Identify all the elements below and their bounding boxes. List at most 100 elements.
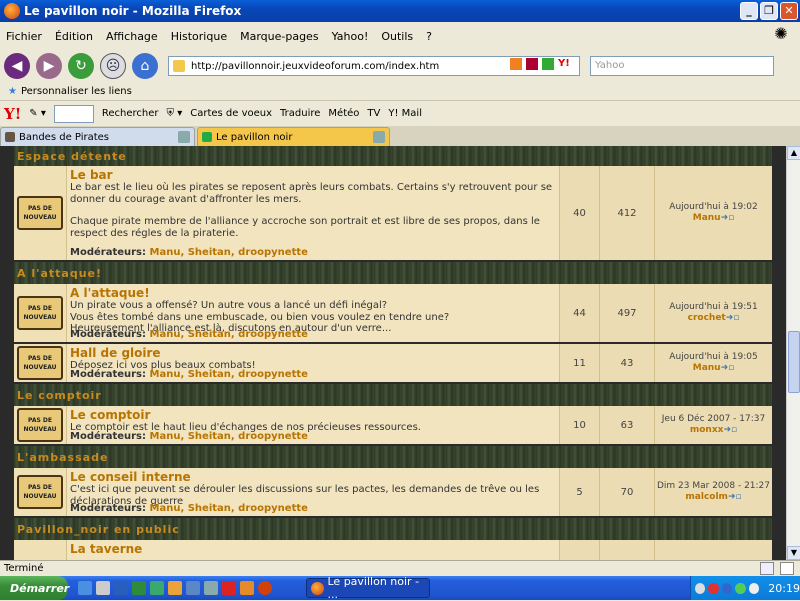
moderators: Modérateurs: Manu, Sheitan, droopynette [70,328,308,340]
status-panel-icon[interactable] [780,562,794,575]
tray-network-icon[interactable] [721,582,733,594]
tab-bar: Bandes de Pirates Le pavillon noir [0,126,800,146]
post-count: 70 [599,468,654,516]
tab-label: Bandes de Pirates [19,131,110,143]
goto-last-post-icon[interactable]: ➜▫ [728,492,742,502]
stop-icon[interactable]: ☹ [100,53,126,79]
tray-volume-icon[interactable] [748,582,760,594]
forum-title-link[interactable]: Le comptoir [70,408,556,422]
forum-title-link[interactable]: La taverne [70,542,556,556]
yahoo-traduire[interactable]: Traduire [280,108,320,119]
pencil-icon[interactable]: ✎ ▾ [29,108,46,119]
forum-row: PAS DE NOUVEAU Le conseil interne C'est i… [14,468,772,518]
menu-fichier[interactable]: Fichier [6,30,42,43]
start-button[interactable]: Démarrer [0,576,69,600]
yahoo-search-input[interactable] [53,104,94,123]
menu-marque-pages[interactable]: Marque-pages [240,30,318,43]
category-title[interactable]: Le comptoir [17,389,102,402]
home-icon[interactable]: ⌂ [132,53,158,79]
yahoo-ymail[interactable]: Y! Mail [388,108,422,119]
tab-bandes-de-pirates[interactable]: Bandes de Pirates [0,127,195,146]
reload-icon[interactable]: ↻ [68,53,94,79]
forum-title-link[interactable]: Le conseil interne [70,470,556,484]
tab-close-icon[interactable] [373,131,385,143]
forum-description: Chaque pirate membre de l'alliance y acc… [70,216,540,227]
media-icon[interactable] [222,581,236,595]
paint-icon[interactable] [240,581,254,595]
network-icon[interactable] [186,581,200,595]
last-post-author[interactable]: malcolm [685,492,728,502]
forum-title-link[interactable]: Hall de gloire [70,346,556,360]
goto-last-post-icon[interactable]: ➜▫ [726,313,740,323]
yahoo-cartes[interactable]: Cartes de voeux [190,108,272,119]
topic-count: 40 [559,166,599,260]
forum-row: PAS DE NOUVEAU A l'attaque! Un pirate vou… [14,284,772,344]
last-post: Aujourd'hui à 19:51 crochet➜▫ [654,284,772,342]
topic-count: 44 [559,284,599,342]
yahoo-logo[interactable]: Y! [4,105,21,123]
clock: 20:19 [768,581,800,595]
info-icon[interactable] [760,562,774,575]
taskbar-firefox-item[interactable]: Le pavillon noir - ... [306,575,430,601]
forum-status-icon: PAS DE NOUVEAU [14,468,67,516]
maximize-button[interactable]: ❐ [760,2,778,20]
vertical-scrollbar[interactable]: ▲ ▼ [786,146,800,560]
tray-arrow-icon[interactable] [695,582,706,594]
last-post [654,540,772,560]
bookmark-personnaliser[interactable]: Personnaliser les liens [21,86,132,97]
excel-icon[interactable] [132,581,146,595]
yahoo-rechercher[interactable]: Rechercher [102,108,159,119]
go-icon[interactable] [542,58,554,70]
desktop-icon[interactable] [96,581,110,595]
scroll-up-icon[interactable]: ▲ [787,146,800,160]
site-icon [173,60,185,72]
goto-last-post-icon[interactable]: ➜▫ [721,363,735,373]
menu-yahoo[interactable]: Yahoo! [332,30,369,43]
shield-icon[interactable]: ⛨ ▾ [167,108,183,119]
forward-icon[interactable]: ▶ [36,53,62,79]
word-icon[interactable] [114,581,128,595]
tab-close-icon[interactable] [178,131,190,143]
yahoo-engine-icon[interactable]: Y! [558,58,576,70]
firefox-quick-icon[interactable] [258,581,272,595]
goto-last-post-icon[interactable]: ➜▫ [723,425,737,435]
last-post-author[interactable]: Manu [693,363,721,373]
rss-feed-icon[interactable] [510,58,522,70]
scroll-down-icon[interactable]: ▼ [787,546,800,560]
category-title[interactable]: Espace détente [17,150,127,163]
tab-le-pavillon-noir[interactable]: Le pavillon noir [197,127,390,146]
menu-outils[interactable]: Outils [381,30,413,43]
minimize-button[interactable]: _ [740,2,758,20]
last-post-author[interactable]: Manu [693,213,721,223]
last-post-author[interactable]: monxx [690,425,724,435]
category-title[interactable]: Pavillon_noir en public [17,523,180,536]
back-icon[interactable]: ◀ [4,53,30,79]
pirate-tab-icon [5,132,15,142]
last-post: Aujourd'hui à 19:02 Manu➜▫ [654,166,772,260]
goto-last-post-icon[interactable]: ➜▫ [721,213,735,223]
last-post-author[interactable]: crochet [688,313,726,323]
menu-affichage[interactable]: Affichage [106,30,158,43]
menu-edition[interactable]: Édition [55,30,93,43]
post-count: 63 [599,406,654,444]
ie-icon[interactable] [78,581,92,595]
yahoo-tv[interactable]: TV [367,108,380,119]
category-title[interactable]: L'ambassade [17,451,108,464]
yahoo-meteo[interactable]: Météo [328,108,359,119]
topic-count [559,540,599,560]
publisher-icon[interactable] [150,581,164,595]
bookmark-icon[interactable] [526,58,538,70]
app-icon[interactable] [204,581,218,595]
close-button[interactable]: ✕ [780,2,798,20]
forum-title-link[interactable]: A l'attaque! [70,286,556,300]
tray-security-icon[interactable] [708,582,719,594]
tray-messenger-icon[interactable] [735,582,746,594]
category-title[interactable]: A l'attaque! [17,267,102,280]
scroll-thumb[interactable] [788,331,800,393]
search-input[interactable]: Yahoo [590,56,774,76]
menu-historique[interactable]: Historique [171,30,227,43]
menu-help[interactable]: ? [426,30,432,43]
folder-icon[interactable] [168,581,182,595]
forum-title-link[interactable]: Le bar [70,168,556,182]
last-post: Jeu 6 Déc 2007 - 17:37 monxx➜▫ [654,406,772,444]
